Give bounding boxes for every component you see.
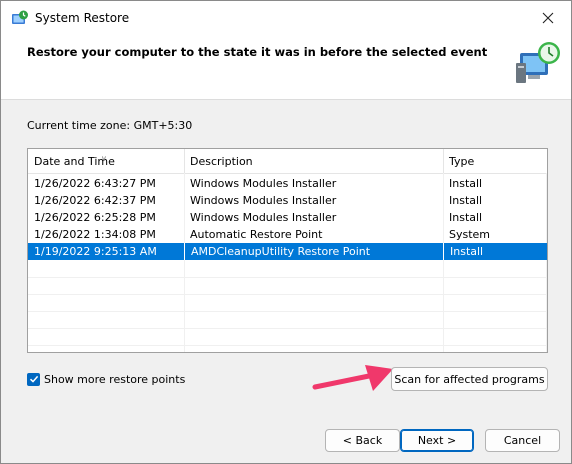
table-row[interactable]: 1/26/2022 1:34:08 PM Automatic Restore P… bbox=[28, 226, 547, 243]
row-type: Install bbox=[449, 194, 483, 207]
row-description: Windows Modules Installer bbox=[190, 211, 337, 224]
show-more-label: Show more restore points bbox=[44, 372, 186, 386]
empty-row-line bbox=[28, 345, 547, 346]
system-restore-icon bbox=[11, 10, 29, 28]
window-title: System Restore bbox=[35, 11, 130, 25]
row-date: 1/19/2022 9:25:13 AM bbox=[34, 245, 157, 258]
table-row[interactable]: 1/26/2022 6:25:28 PM Windows Modules Ins… bbox=[28, 209, 547, 226]
row-description: Windows Modules Installer bbox=[190, 194, 337, 207]
row-date: 1/26/2022 1:34:08 PM bbox=[34, 228, 156, 241]
sort-chevron-icon: ∨ bbox=[101, 154, 107, 163]
show-more-restore-points[interactable]: Show more restore points bbox=[27, 371, 185, 387]
column-header-description[interactable]: Description bbox=[184, 149, 443, 173]
scan-affected-programs-button[interactable]: Scan for affected programs bbox=[391, 367, 548, 391]
column-header-type-label: Type bbox=[449, 155, 475, 168]
row-description: Windows Modules Installer bbox=[190, 177, 337, 190]
row-description: Automatic Restore Point bbox=[190, 228, 323, 241]
row-date: 1/26/2022 6:43:27 PM bbox=[34, 177, 156, 190]
row-type: Install bbox=[449, 211, 483, 224]
close-button[interactable] bbox=[525, 1, 571, 37]
timezone-label: Current time zone: GMT+5:30 bbox=[27, 119, 193, 132]
table-row[interactable]: 1/26/2022 6:42:37 PM Windows Modules Ins… bbox=[28, 192, 547, 209]
pink-arrow-icon bbox=[312, 365, 393, 391]
close-icon bbox=[542, 12, 554, 27]
column-header-type[interactable]: Type bbox=[443, 149, 547, 173]
show-more-checkbox[interactable] bbox=[27, 372, 40, 386]
column-header-description-label: Description bbox=[190, 155, 253, 168]
table-row-selected[interactable]: 1/19/2022 9:25:13 AM AMDCleanupUtility R… bbox=[28, 243, 547, 260]
title-bar[interactable]: System Restore bbox=[1, 1, 571, 37]
row-date: 1/26/2022 6:42:37 PM bbox=[34, 194, 156, 207]
row-description: AMDCleanupUtility Restore Point bbox=[184, 243, 443, 260]
empty-row-line bbox=[28, 277, 547, 278]
computer-restore-icon bbox=[514, 39, 564, 87]
empty-row-line bbox=[28, 311, 547, 312]
header-title: Restore your computer to the state it wa… bbox=[27, 45, 488, 59]
list-header: ∨ Date and Time Description Type bbox=[28, 149, 547, 174]
row-type: System bbox=[449, 228, 491, 241]
column-header-date[interactable]: ∨ Date and Time bbox=[28, 149, 184, 173]
next-button[interactable]: Next > bbox=[400, 429, 474, 452]
restore-points-list[interactable]: ∨ Date and Time Description Type 1/26/20… bbox=[27, 148, 548, 353]
cancel-button[interactable]: Cancel bbox=[485, 429, 560, 452]
empty-row-line bbox=[28, 294, 547, 295]
row-type: Install bbox=[449, 177, 483, 190]
table-row[interactable]: 1/26/2022 6:43:27 PM Windows Modules Ins… bbox=[28, 175, 547, 192]
system-restore-window: System Restore Restore your computer to … bbox=[0, 0, 572, 464]
back-button[interactable]: < Back bbox=[325, 429, 400, 452]
wizard-header: Restore your computer to the state it wa… bbox=[1, 37, 571, 100]
empty-row-line bbox=[28, 328, 547, 329]
checkmark-icon bbox=[29, 375, 38, 383]
row-date: 1/26/2022 6:25:28 PM bbox=[34, 211, 156, 224]
row-type: Install bbox=[443, 243, 547, 260]
